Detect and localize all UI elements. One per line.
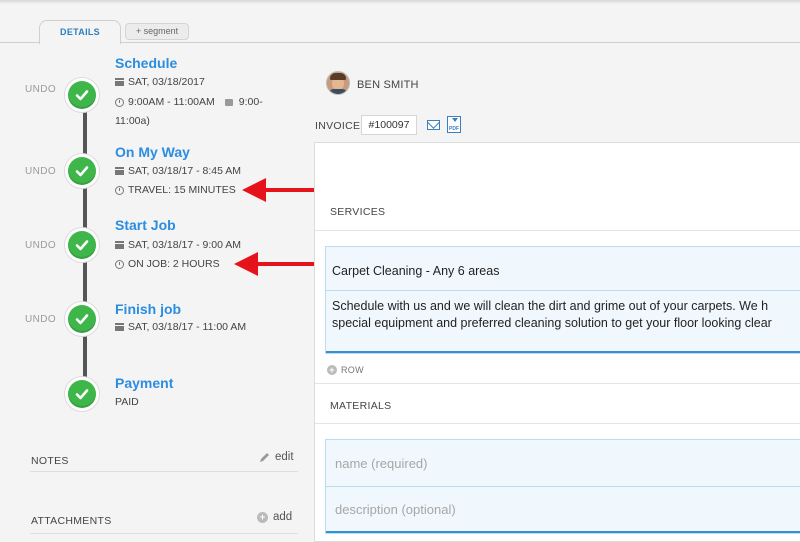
attachments-label: ATTACHMENTS bbox=[31, 515, 112, 527]
check-icon bbox=[75, 90, 89, 101]
schedule-time-extra-wrap: 11:00a) bbox=[115, 115, 150, 127]
plus-circle-icon: + bbox=[327, 365, 337, 375]
row-divider bbox=[315, 383, 800, 384]
notes-edit-button[interactable]: edit bbox=[259, 451, 294, 463]
service-desc-line-1: Schedule with us and we will clean the d… bbox=[332, 299, 769, 313]
top-shadow bbox=[0, 0, 800, 4]
travel-duration: TRAVEL: 15 MINUTES bbox=[115, 184, 236, 196]
step-title-finish-job[interactable]: Finish job bbox=[115, 301, 181, 317]
clock-icon bbox=[115, 259, 124, 269]
mail-icon[interactable] bbox=[427, 120, 440, 130]
services-header: SERVICES bbox=[330, 206, 386, 218]
calendar-icon bbox=[115, 167, 124, 175]
flag-icon bbox=[224, 98, 233, 106]
on-my-way-date-text: SAT, 03/18/17 - 8:45 AM bbox=[128, 165, 242, 177]
step-title-on-my-way[interactable]: On My Way bbox=[115, 144, 190, 160]
schedule-time-extra: 9:00- bbox=[238, 96, 263, 108]
undo-schedule-button[interactable]: UNDO bbox=[25, 84, 56, 95]
pdf-download-icon[interactable]: PDF bbox=[447, 116, 461, 133]
material-name-input[interactable]: name (required) bbox=[335, 456, 428, 471]
step-title-start-job[interactable]: Start Job bbox=[115, 217, 176, 233]
clock-icon bbox=[115, 97, 124, 107]
schedule-status-node[interactable] bbox=[64, 77, 100, 113]
notes-edit-label: edit bbox=[275, 451, 294, 463]
travel-duration-text: TRAVEL: 15 MINUTES bbox=[128, 184, 236, 196]
calendar-icon bbox=[115, 78, 124, 86]
add-row-button[interactable]: + ROW bbox=[327, 365, 364, 375]
calendar-icon bbox=[115, 241, 124, 249]
schedule-time-text: 9:00AM - 11:00AM bbox=[128, 96, 215, 108]
schedule-time: 9:00AM - 11:00AM 9:00- bbox=[115, 96, 263, 108]
avatar bbox=[326, 71, 350, 95]
start-job-date-text: SAT, 03/18/17 - 9:00 AM bbox=[128, 239, 242, 251]
add-segment-tab[interactable]: + segment bbox=[125, 23, 189, 40]
service-item-description[interactable]: Schedule with us and we will clean the d… bbox=[332, 298, 800, 332]
pencil-icon bbox=[260, 452, 269, 462]
on-job-duration-text: ON JOB: 2 HOURS bbox=[128, 258, 220, 270]
schedule-date: SAT, 03/18/2017 bbox=[115, 76, 205, 88]
start-job-status-node[interactable] bbox=[64, 227, 100, 263]
start-job-date: SAT, 03/18/17 - 9:00 AM bbox=[115, 239, 241, 251]
invoice-number: #100097 bbox=[361, 115, 417, 135]
undo-finish-job-button[interactable]: UNDO bbox=[25, 314, 56, 325]
step-title-schedule[interactable]: Schedule bbox=[115, 55, 177, 71]
check-icon bbox=[75, 314, 89, 325]
undo-start-job-button[interactable]: UNDO bbox=[25, 240, 56, 251]
notes-label: NOTES bbox=[31, 455, 69, 467]
calendar-icon bbox=[115, 323, 124, 331]
on-my-way-date: SAT, 03/18/17 - 8:45 AM bbox=[115, 165, 241, 177]
materials-header: MATERIALS bbox=[330, 400, 392, 412]
service-desc-line-2: special equipment and preferred cleaning… bbox=[332, 316, 772, 330]
material-line-item[interactable] bbox=[325, 439, 800, 534]
finish-job-status-node[interactable] bbox=[64, 301, 100, 337]
material-description-input[interactable]: description (optional) bbox=[335, 502, 456, 517]
attachments-add-label: add bbox=[273, 511, 293, 523]
services-divider bbox=[315, 230, 800, 231]
payment-status: PAID bbox=[115, 396, 139, 408]
attachments-divider bbox=[30, 533, 298, 534]
on-job-duration: ON JOB: 2 HOURS bbox=[115, 258, 220, 270]
invoice-label: INVOICE bbox=[315, 120, 361, 132]
schedule-date-text: SAT, 03/18/2017 bbox=[128, 76, 205, 88]
tab-details[interactable]: DETAILS bbox=[39, 20, 121, 44]
service-item-title[interactable]: Carpet Cleaning - Any 6 areas bbox=[332, 264, 499, 278]
plus-circle-icon: + bbox=[257, 511, 268, 523]
materials-divider bbox=[315, 423, 800, 424]
finish-job-date-text: SAT, 03/18/17 - 11:00 AM bbox=[128, 321, 247, 333]
check-icon bbox=[75, 240, 89, 251]
undo-on-my-way-button[interactable]: UNDO bbox=[25, 166, 56, 177]
check-icon bbox=[75, 166, 89, 177]
on-my-way-status-node[interactable] bbox=[64, 153, 100, 189]
step-title-payment[interactable]: Payment bbox=[115, 375, 173, 391]
finish-job-date: SAT, 03/18/17 - 11:00 AM bbox=[115, 321, 246, 333]
notes-divider bbox=[30, 471, 298, 472]
attachments-add-button[interactable]: + add bbox=[257, 511, 292, 523]
customer-name[interactable]: BEN SMITH bbox=[357, 79, 419, 91]
add-row-label: ROW bbox=[341, 365, 364, 375]
clock-icon bbox=[115, 185, 124, 195]
check-icon bbox=[75, 389, 89, 400]
pdf-label: PDF bbox=[449, 126, 459, 132]
payment-status-node[interactable] bbox=[64, 376, 100, 412]
